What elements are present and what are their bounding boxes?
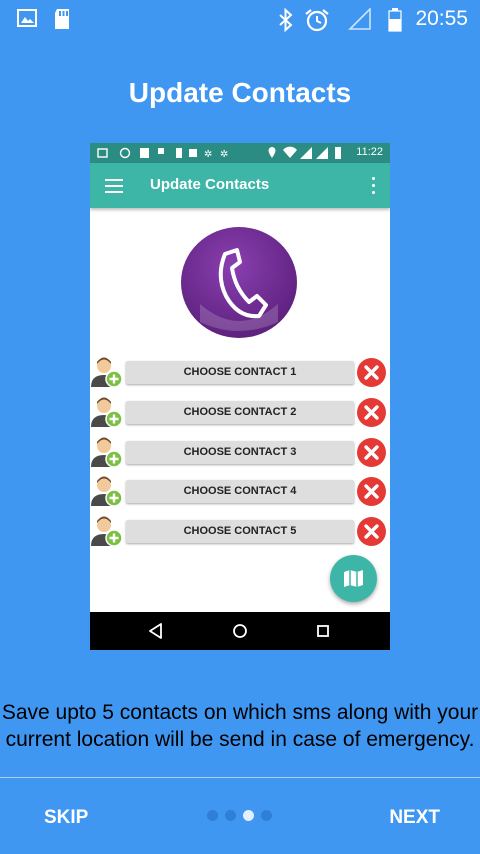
remove-contact-5-icon[interactable] (356, 516, 387, 547)
image-icon (17, 9, 37, 27)
preview-app-bar-title: Update Contacts (150, 176, 270, 193)
page-title: Update Contacts (128, 77, 352, 108)
skip-button[interactable]: SKIP (44, 807, 88, 829)
sd-card-icon (55, 9, 69, 29)
svg-text:✲: ✲ (220, 149, 228, 160)
signal-icon (348, 8, 371, 30)
contact-row-4: CHOOSE CONTACT 4 (90, 474, 390, 508)
status-time: 20:55 (415, 7, 468, 30)
choose-contact-5-button[interactable]: CHOOSE CONTACT 5 (126, 520, 354, 543)
contact-row-1: CHOOSE CONTACT 1 (90, 355, 390, 389)
svg-text:✲: ✲ (204, 149, 212, 160)
page-dot-3 (243, 810, 254, 821)
next-button[interactable]: NEXT (389, 807, 440, 829)
page-dot-4 (261, 810, 272, 821)
home-icon[interactable] (231, 622, 249, 640)
recents-icon[interactable] (314, 622, 332, 640)
choose-contact-3-button[interactable]: CHOOSE CONTACT 3 (126, 441, 354, 464)
map-icon (344, 570, 363, 587)
remove-contact-3-icon[interactable] (356, 437, 387, 468)
phone-logo-icon (181, 227, 297, 338)
preview-nav-bar (90, 612, 390, 650)
add-contact-icon[interactable] (90, 474, 124, 508)
description-text: Save upto 5 contacts on which sms along … (1, 701, 479, 751)
choose-contact-2-button[interactable]: CHOOSE CONTACT 2 (126, 401, 354, 424)
map-fab-button[interactable] (330, 555, 377, 602)
add-contact-icon[interactable] (90, 514, 124, 548)
page-dot-1 (207, 810, 218, 821)
preview-status-time: 11:22 (356, 146, 383, 158)
remove-contact-4-icon[interactable] (356, 476, 387, 507)
contact-row-2: CHOOSE CONTACT 2 (90, 395, 390, 429)
add-contact-icon[interactable] (90, 395, 124, 429)
contact-row-3: CHOOSE CONTACT 3 (90, 435, 390, 469)
hamburger-menu-icon[interactable] (105, 179, 123, 193)
divider (0, 777, 480, 778)
remove-contact-2-icon[interactable] (356, 397, 387, 428)
status-bar: 20:55 (0, 0, 480, 40)
contact-row-5: CHOOSE CONTACT 5 (90, 514, 390, 548)
remove-contact-1-icon[interactable] (356, 357, 387, 388)
preview-system-icons (268, 146, 341, 159)
battery-icon (388, 8, 402, 32)
preview-notification-icons: ✲ ✲ (97, 147, 228, 160)
add-contact-icon[interactable] (90, 355, 124, 389)
overflow-menu-icon[interactable] (370, 177, 376, 195)
preview-status-bar: ✲ ✲ 11:22 (90, 143, 390, 163)
choose-contact-1-button[interactable]: CHOOSE CONTACT 1 (126, 361, 354, 384)
bluetooth-icon (279, 8, 293, 32)
app-preview-screenshot: ✲ ✲ 11:22 Update Contacts CHOOSE CONTACT… (90, 143, 390, 650)
choose-contact-4-button[interactable]: CHOOSE CONTACT 4 (126, 480, 354, 503)
alarm-icon (305, 9, 329, 32)
add-contact-icon[interactable] (90, 435, 124, 469)
page-dot-2 (225, 810, 236, 821)
preview-app-bar: Update Contacts (90, 163, 390, 208)
back-icon[interactable] (147, 622, 165, 640)
